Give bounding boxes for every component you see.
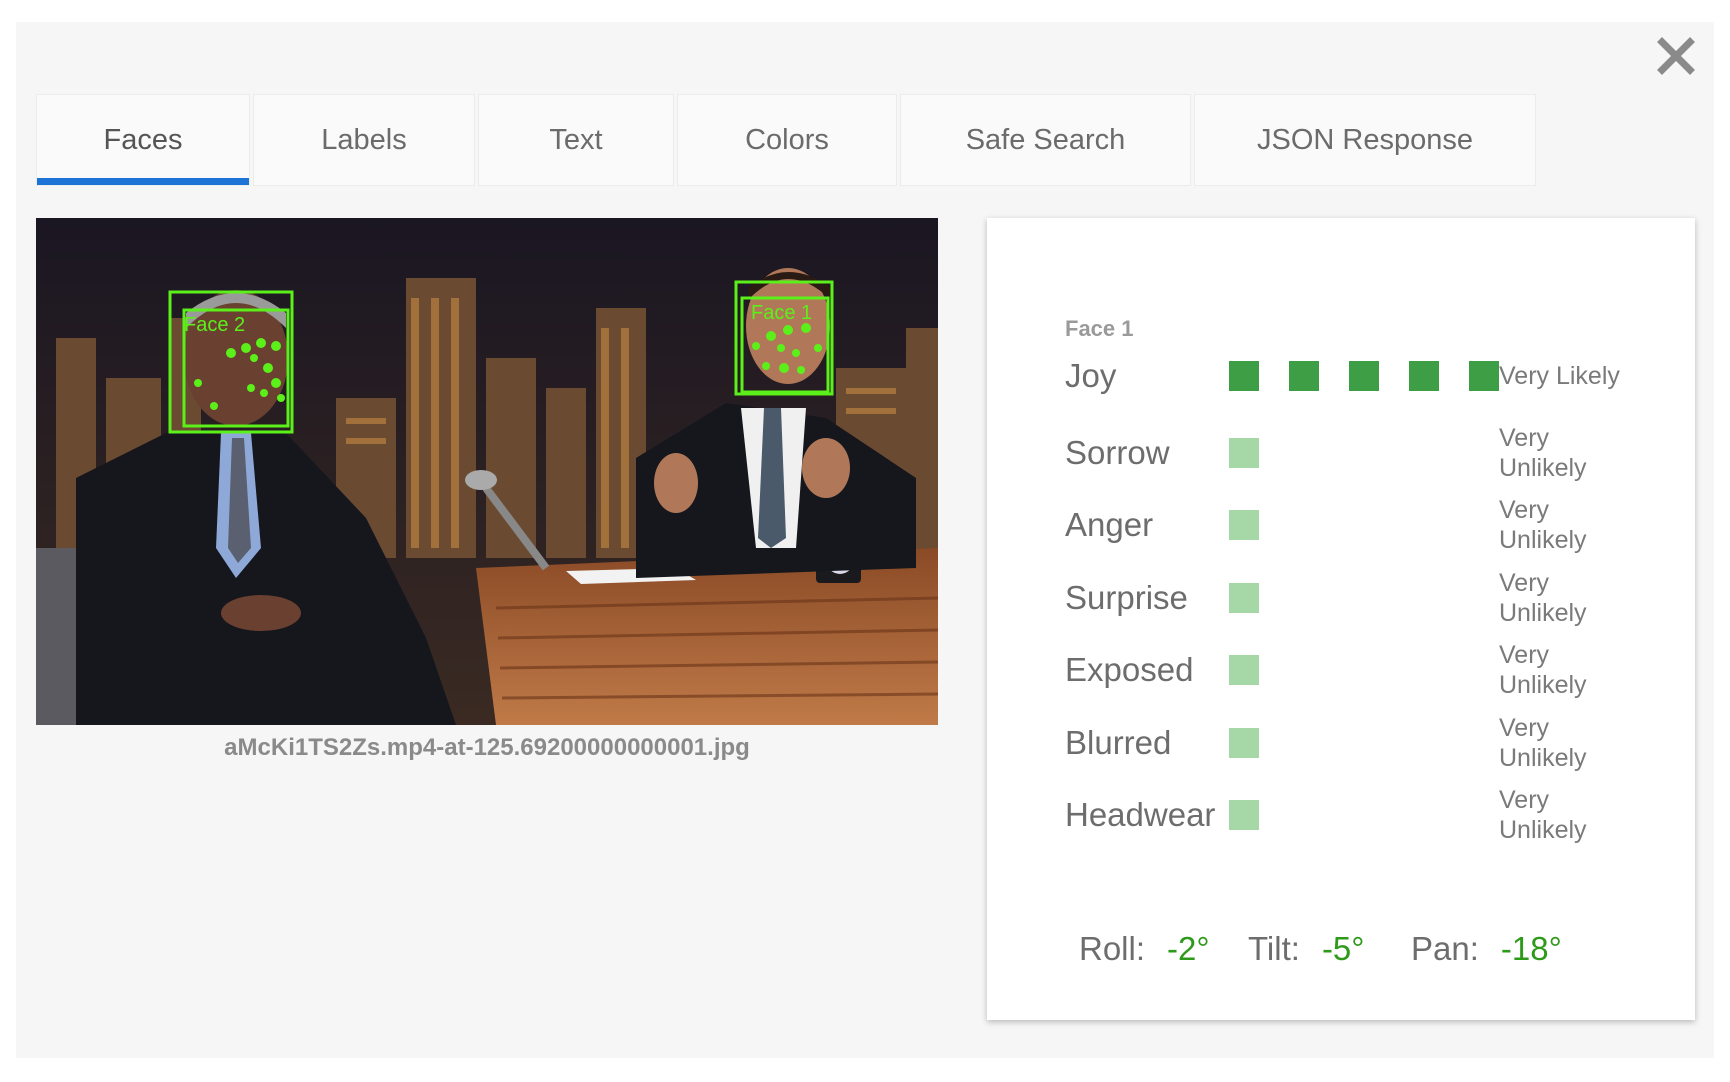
likelihood-text: Very Unlikely [1499, 641, 1587, 699]
likelihood-text: Very Unlikely [1499, 424, 1587, 482]
likelihood-bar-square [1229, 655, 1259, 685]
roll-angle: Roll: -2° [1079, 930, 1210, 967]
likelihood-bar-square [1349, 361, 1379, 391]
tab-safe-search[interactable]: Safe Search [900, 94, 1191, 186]
likelihood-bars [1229, 728, 1505, 758]
likelihood-bar-square [1229, 361, 1259, 391]
face-box-label-1: Face 1 [751, 302, 812, 324]
tab-json-response[interactable]: JSON Response [1194, 94, 1536, 186]
attribute-row-surprise: Surprise Very Unlikely [1065, 558, 1665, 638]
attribute-label: Surprise [1065, 579, 1188, 616]
likelihood-bars [1229, 655, 1505, 685]
likelihood-text: Very Likely [1499, 362, 1620, 390]
face-box-label-2: Face 2 [184, 314, 245, 336]
attribute-row-headwear: Headwear Very Unlikely [1065, 775, 1665, 855]
likelihood-bars [1229, 800, 1505, 830]
tab-text[interactable]: Text [478, 94, 674, 186]
pan-angle: Pan: -18° [1411, 930, 1562, 967]
attribute-label: Sorrow [1065, 434, 1170, 471]
likelihood-bar-square [1229, 728, 1259, 758]
likelihood-bars [1229, 510, 1505, 540]
likelihood-bars [1229, 583, 1505, 613]
likelihood-bars [1229, 361, 1505, 391]
results-modal: Faces Labels Text Colors Safe Search JSO… [16, 22, 1714, 1058]
attribute-label: Anger [1065, 506, 1154, 543]
likelihood-bar-square [1229, 438, 1259, 468]
tab-bar: Faces Labels Text Colors Safe Search JSO… [36, 94, 1694, 186]
scene-illustration: Face 2 Face 1 [36, 218, 938, 725]
head-angles: Roll: -2° Tilt: -5° Pan: -18° [1065, 930, 1665, 980]
tab-faces[interactable]: Faces [36, 94, 250, 186]
analyzed-image: Face 2 Face 1 [36, 218, 938, 725]
likelihood-text: Very Unlikely [1499, 786, 1587, 844]
close-button[interactable] [1656, 36, 1696, 76]
tab-labels[interactable]: Labels [253, 94, 475, 186]
attribute-label: Exposed [1065, 651, 1194, 688]
attribute-label: Blurred [1065, 724, 1172, 761]
close-icon [1657, 37, 1695, 75]
likelihood-bar-square [1229, 800, 1259, 830]
attribute-label: Joy [1065, 357, 1117, 394]
attribute-row-anger: Anger Very Unlikely [1065, 485, 1665, 565]
likelihood-text: Very Unlikely [1499, 714, 1587, 772]
tab-colors[interactable]: Colors [677, 94, 897, 186]
likelihood-bars [1229, 438, 1505, 468]
attribute-row-sorrow: Sorrow Very Unlikely [1065, 413, 1665, 493]
image-filename: aMcKi1TS2Zs.mp4-at-125.69200000000001.jp… [224, 734, 750, 761]
likelihood-text: Very Unlikely [1499, 496, 1587, 554]
likelihood-text: Very Unlikely [1499, 569, 1587, 627]
likelihood-bar-square [1289, 361, 1319, 391]
likelihood-bar-square [1469, 361, 1499, 391]
tilt-angle: Tilt: -5° [1248, 930, 1365, 967]
likelihood-bar-square [1229, 583, 1259, 613]
face-detail-panel: Face 1 Joy Very Likely Sorrow Very Unlik… [987, 218, 1695, 1020]
attribute-label: Headwear [1065, 796, 1216, 833]
attribute-row-joy: Joy Very Likely [1065, 336, 1665, 416]
likelihood-bar-square [1229, 510, 1259, 540]
likelihood-bar-square [1409, 361, 1439, 391]
attribute-row-blurred: Blurred Very Unlikely [1065, 703, 1665, 783]
attribute-row-exposed: Exposed Very Unlikely [1065, 630, 1665, 710]
